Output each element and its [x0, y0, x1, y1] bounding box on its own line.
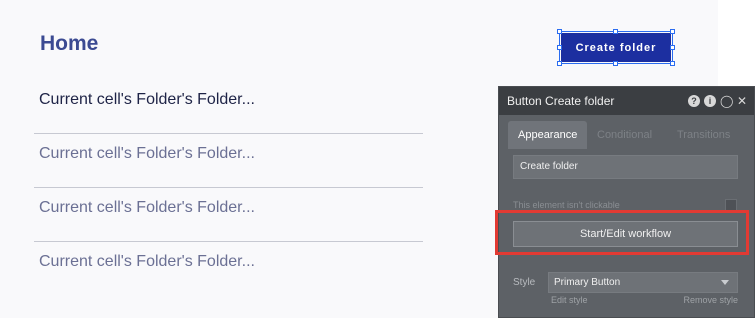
button-text-field[interactable]: Create folder — [513, 155, 738, 179]
chevron-down-icon — [721, 280, 729, 285]
resize-handle[interactable] — [557, 45, 562, 50]
close-icon[interactable]: ✕ — [736, 95, 748, 107]
folder-name: Current cell's Folder's Folder... — [39, 199, 255, 216]
comment-icon[interactable]: ◯ — [720, 95, 733, 107]
list-item[interactable]: Current cell's Folder's Folder... — [34, 242, 423, 296]
resize-handle[interactable] — [670, 61, 675, 66]
panel-icon-group: ? i ◯ ✕ — [688, 95, 748, 107]
tab-conditional[interactable]: Conditional — [587, 121, 662, 149]
create-folder-button[interactable]: Create folder — [561, 33, 671, 62]
resize-handle[interactable] — [670, 45, 675, 50]
help-icon[interactable]: ? — [688, 95, 700, 107]
panel-tabs: Appearance Conditional Transitions — [499, 115, 754, 149]
resize-handle[interactable] — [613, 29, 618, 34]
tab-transitions[interactable]: Transitions — [667, 121, 740, 149]
folder-name: Current cell's Folder's Folder... — [39, 145, 255, 162]
resize-handle[interactable] — [557, 29, 562, 34]
resize-handle[interactable] — [613, 61, 618, 66]
list-item[interactable]: Current cell's Folder's Folder... — [34, 188, 423, 242]
page-title: Home — [40, 32, 99, 55]
unclickable-label: This element isn't clickable — [513, 200, 620, 210]
folder-name: Current cell's Folder's Folder... — [39, 91, 255, 108]
property-editor-panel: Button Create folder ? i ◯ ✕ Appearance … — [495, 86, 755, 318]
folder-list: Current cell's Folder's Folder... Curren… — [34, 80, 423, 296]
tab-appearance[interactable]: Appearance — [508, 121, 588, 149]
style-dropdown[interactable]: Primary Button — [548, 272, 738, 293]
create-folder-selection[interactable]: Create folder — [557, 29, 675, 66]
edit-style-link[interactable]: Edit style — [551, 295, 588, 305]
style-label: Style — [513, 277, 536, 288]
panel-title: Button Create folder — [507, 94, 615, 108]
folder-name: Current cell's Folder's Folder... — [39, 253, 255, 270]
style-value: Primary Button — [554, 277, 621, 288]
list-item[interactable]: Current cell's Folder's Folder... — [34, 134, 423, 188]
start-edit-workflow-button[interactable]: Start/Edit workflow — [513, 221, 738, 247]
resize-handle[interactable] — [557, 61, 562, 66]
resize-handle[interactable] — [670, 29, 675, 34]
remove-style-link[interactable]: Remove style — [683, 295, 738, 305]
list-item[interactable]: Current cell's Folder's Folder... — [34, 80, 423, 134]
info-icon[interactable]: i — [704, 95, 716, 107]
